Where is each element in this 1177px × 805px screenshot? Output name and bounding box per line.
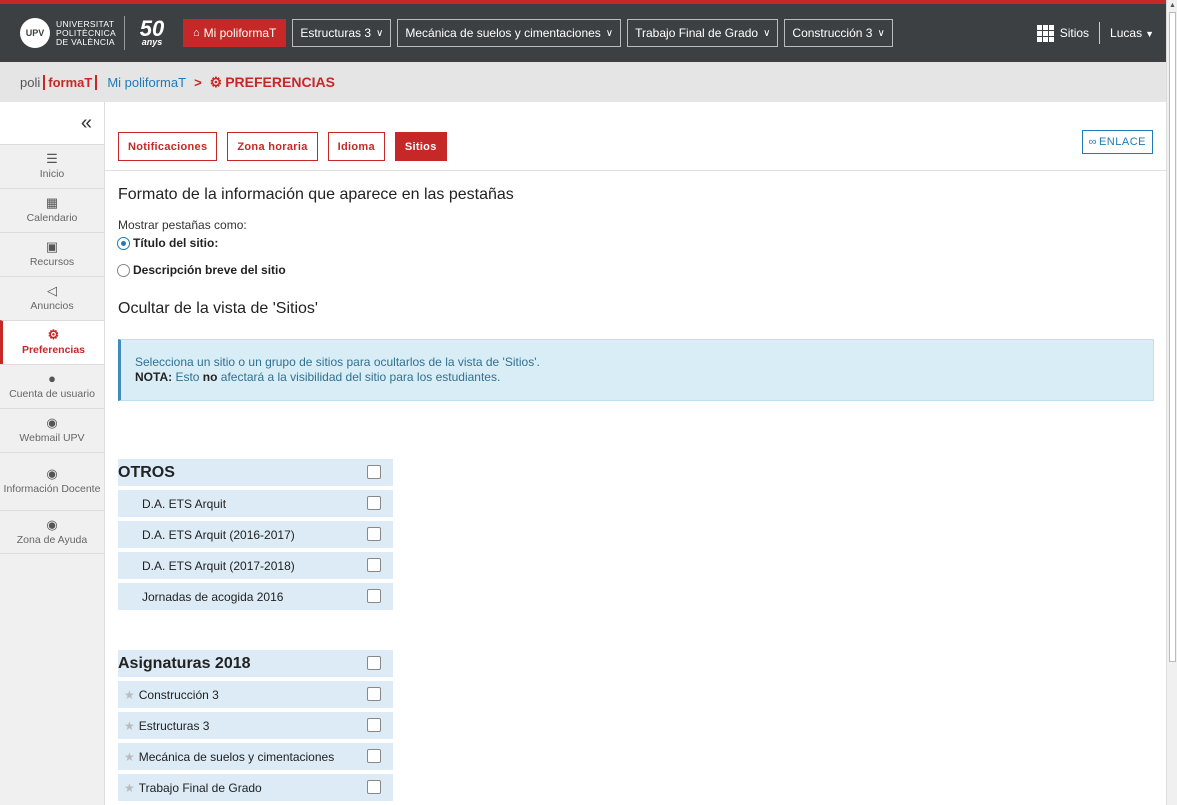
list-icon: ☰ — [46, 151, 58, 166]
list-item: Jornadas de acogida 2016 — [118, 583, 393, 610]
radio-option-title[interactable]: Título del sitio: — [117, 236, 218, 250]
list-item: ★ Construcción 3 — [118, 681, 393, 708]
grid-icon — [1036, 24, 1054, 42]
group-checkbox[interactable] — [367, 656, 381, 670]
show-tabs-label: Mostrar pestañas como: — [118, 218, 247, 232]
site-checkbox[interactable] — [367, 749, 381, 763]
sidebar-item-cuenta[interactable]: ● Cuenta de usuario — [0, 364, 104, 408]
gear-icon: ⚙ — [47, 327, 60, 342]
upv-seal-icon: UPV — [20, 18, 50, 48]
site-tab-estructuras[interactable]: Estructuras 3 ∨ — [292, 19, 392, 47]
site-tab-construccion[interactable]: Construcción 3 ∨ — [784, 19, 893, 47]
list-item: D.A. ETS Arquit (2016-2017) — [118, 521, 393, 548]
site-tab-tfg[interactable]: Trabajo Final de Grado ∨ — [627, 19, 779, 47]
sidebar-item-recursos[interactable]: ▣ Recursos — [0, 232, 104, 276]
sidebar-item-inicio[interactable]: ☰ Inicio — [0, 144, 104, 188]
site-checkbox[interactable] — [367, 687, 381, 701]
radio-button[interactable] — [117, 263, 130, 277]
sidebar-item-preferencias[interactable]: ⚙ Preferencias — [0, 320, 104, 364]
site-group-otros: OTROS D.A. ETS Arquit D.A. ETS Arquit (2… — [118, 459, 393, 614]
info-alert: Selecciona un sitio o un grupo de sitios… — [118, 339, 1154, 401]
radio-button[interactable] — [117, 236, 130, 250]
tab-zona-horaria[interactable]: Zona horaria — [227, 132, 318, 161]
star-icon[interactable]: ★ — [124, 781, 135, 795]
double-chevron-left-icon: « — [80, 111, 92, 134]
link-icon: ∞ — [1088, 136, 1097, 148]
top-navbar: UPV UNIVERSITAT POLITÈCNICA DE VALÈNCIA … — [0, 0, 1166, 62]
site-checkbox[interactable] — [367, 718, 381, 732]
site-checkbox[interactable] — [367, 780, 381, 794]
calendar-icon: ▦ — [45, 195, 59, 210]
upv-logo-text: UNIVERSITAT POLITÈCNICA DE VALÈNCIA — [56, 18, 116, 47]
megaphone-icon: ◁ — [47, 283, 57, 298]
globe-icon: ◉ — [46, 415, 58, 430]
user-icon: ● — [48, 371, 56, 386]
poliformat-brand: poli — [20, 74, 41, 90]
sites-button[interactable]: Sitios — [1036, 24, 1089, 42]
tab-idioma[interactable]: Idioma — [327, 132, 385, 161]
chevron-down-icon: ∨ — [605, 27, 614, 39]
tab-notificaciones[interactable]: Notificaciones — [118, 132, 218, 161]
collapse-sidebar-button[interactable]: « — [0, 102, 104, 144]
group-checkbox[interactable] — [367, 465, 381, 479]
site-checkbox[interactable] — [367, 496, 381, 510]
sidebar-item-webmail[interactable]: ◉ Webmail UPV — [0, 408, 104, 452]
page-title: ⚙ PREFERENCIAS — [209, 73, 335, 91]
site-checkbox[interactable] — [367, 589, 381, 603]
anniversary-logo: 50 anys — [139, 15, 165, 47]
star-icon[interactable]: ★ — [124, 688, 135, 702]
enlace-button[interactable]: ∞ ENLACE — [1081, 130, 1153, 154]
tab-sitios[interactable]: Sitios — [394, 132, 447, 161]
sidebar-item-calendario[interactable]: ▦ Calendario — [0, 188, 104, 232]
radio-option-description[interactable]: Descripción breve del sitio — [117, 263, 286, 277]
main-content: Notificaciones Zona horaria Idioma Sitio… — [105, 102, 1166, 805]
gear-icon: ⚙ — [209, 73, 223, 90]
preference-tabs: Notificaciones Zona horaria Idioma Sitio… — [118, 132, 457, 161]
group-header: OTROS — [118, 459, 393, 486]
user-menu[interactable]: Lucas ▼ — [1110, 26, 1154, 40]
site-checkbox[interactable] — [367, 558, 381, 572]
group-header: Asignaturas 2018 — [118, 650, 393, 677]
hide-section-title: Ocultar de la vista de 'Sitios' — [118, 300, 318, 317]
folder-icon: ▣ — [45, 239, 59, 254]
scroll-up-icon[interactable]: ▲ — [1169, 2, 1176, 9]
list-item: D.A. ETS Arquit — [118, 490, 393, 517]
breadcrumb-separator: > — [194, 74, 202, 90]
chevron-down-icon: ∨ — [376, 27, 384, 39]
mi-poliformat-button[interactable]: ⌂ Mi poliformaT — [182, 19, 287, 47]
poliformat-brand-accent: formaT — [43, 74, 98, 90]
scrollbar-thumb[interactable] — [1169, 12, 1176, 662]
globe-icon: ◉ — [46, 516, 58, 532]
star-icon[interactable]: ★ — [124, 750, 135, 764]
site-checkbox[interactable] — [367, 527, 381, 541]
site-group-asignaturas: Asignaturas 2018 ★ Construcción 3 ★ Estr… — [118, 650, 393, 805]
breadcrumb: poli formaT Mi poliformaT > ⚙ PREFERENCI… — [0, 62, 1166, 102]
chevron-down-icon: ∨ — [763, 27, 771, 39]
list-item: ★ Mecánica de suelos y cimentaciones — [118, 743, 393, 770]
list-item: D.A. ETS Arquit (2017-2018) — [118, 552, 393, 579]
page-scrollbar[interactable]: ▲ — [1166, 0, 1177, 805]
breadcrumb-home-link[interactable]: Mi poliformaT — [107, 75, 186, 90]
tool-sidebar: « ☰ Inicio ▦ Calendario ▣ Recursos ◁ Anu… — [0, 102, 105, 805]
sidebar-item-zona-ayuda[interactable]: ◉ Zona de Ayuda — [0, 510, 104, 554]
site-tab-mecanica[interactable]: Mecánica de suelos y cimentaciones ∨ — [397, 19, 622, 47]
sidebar-item-informacion-docente[interactable]: ◉ Información Docente — [0, 452, 104, 510]
format-section-title: Formato de la información que aparece en… — [118, 186, 514, 203]
upv-logo[interactable]: UPV UNIVERSITAT POLITÈCNICA DE VALÈNCIA … — [0, 4, 171, 62]
star-icon[interactable]: ★ — [124, 719, 135, 733]
sidebar-item-anuncios[interactable]: ◁ Anuncios — [0, 276, 104, 320]
chevron-down-icon: ∨ — [877, 27, 885, 39]
home-icon: ⌂ — [192, 27, 200, 39]
list-item: ★ Estructuras 3 — [118, 712, 393, 739]
caret-down-icon: ▼ — [1145, 29, 1154, 39]
list-item: ★ Trabajo Final de Grado — [118, 774, 393, 801]
globe-icon: ◉ — [46, 466, 58, 481]
